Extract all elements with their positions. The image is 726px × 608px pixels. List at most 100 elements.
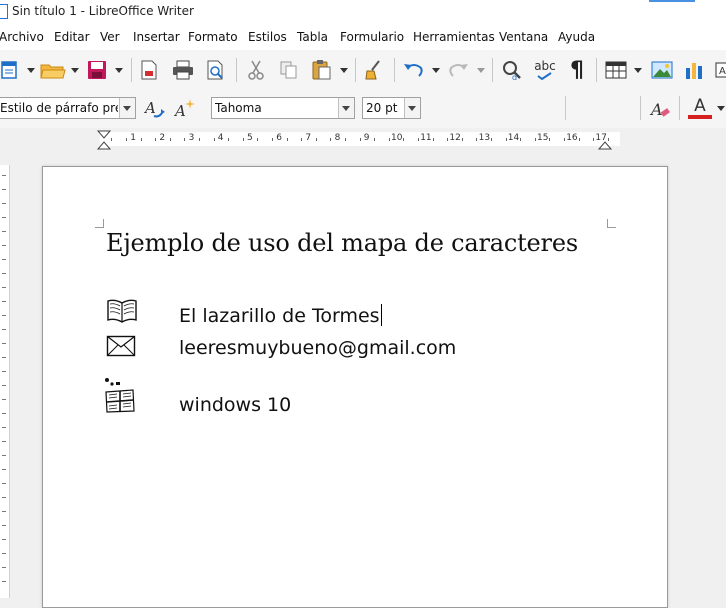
margin-corner — [95, 219, 104, 228]
font-name-combo[interactable]: Tahoma — [211, 97, 355, 119]
ruler-number: 12 — [449, 133, 461, 143]
ruler-tick — [593, 138, 595, 141]
insert-table-icon[interactable] — [604, 59, 628, 81]
ruler-tick — [2, 329, 6, 330]
cut-icon[interactable] — [245, 59, 267, 81]
font-color-dropdown-arrow[interactable] — [717, 106, 725, 111]
insert-textbox-icon[interactable]: A — [715, 59, 726, 81]
ruler-tick — [2, 455, 6, 456]
ruler-tick — [301, 138, 303, 141]
copy-icon[interactable] — [278, 59, 300, 81]
document-line[interactable]: leeresmuybueno@gmail.com — [179, 337, 456, 359]
ruler-number: 13 — [478, 133, 491, 143]
ruler-tick — [140, 138, 142, 141]
export-pdf-icon[interactable] — [138, 59, 160, 81]
chevron-down-icon[interactable] — [119, 98, 135, 118]
ruler-tick — [2, 525, 6, 526]
line-text: El lazarillo de Tormes — [179, 305, 380, 327]
ruler-tick — [2, 483, 6, 484]
ruler-tick — [2, 217, 6, 218]
ruler-number: 16 — [566, 133, 578, 143]
save-dropdown-arrow[interactable] — [115, 68, 123, 73]
ruler-tick — [2, 413, 6, 414]
ruler-tick — [2, 203, 6, 204]
indent-marker-icon[interactable] — [97, 130, 111, 150]
menu-ayuda[interactable]: Ayuda — [558, 30, 595, 44]
paragraph-style-combo[interactable]: Estilo de párrafo predet — [0, 97, 136, 119]
chevron-down-icon[interactable] — [338, 98, 354, 118]
ruler-tick — [169, 138, 171, 141]
ruler-tick — [374, 138, 376, 141]
undo-icon[interactable] — [402, 59, 426, 81]
menu-ventana[interactable]: Ventana — [499, 30, 548, 44]
insert-chart-icon[interactable] — [683, 59, 707, 81]
menu-formato[interactable]: Formato — [188, 30, 238, 44]
document-heading[interactable]: Ejemplo de uso del mapa de caracteres — [106, 229, 578, 257]
ruler-tick — [2, 497, 6, 498]
clear-formatting-icon[interactable]: A — [648, 97, 672, 121]
ruler-tick — [403, 138, 405, 141]
font-name-value: Tahoma — [215, 101, 262, 115]
paste-dropdown-arrow[interactable] — [340, 68, 348, 73]
windows-logo-icon — [105, 378, 135, 413]
redo-icon[interactable] — [446, 59, 470, 81]
print-icon[interactable] — [171, 59, 195, 81]
menu-herramientas[interactable]: Herramientas — [413, 30, 495, 44]
ruler-tick — [2, 469, 6, 470]
ruler-tick — [2, 581, 6, 582]
spellcheck-icon[interactable]: abc — [532, 57, 558, 83]
ruler-number: 17 — [595, 133, 607, 143]
open-dropdown-arrow[interactable] — [71, 68, 79, 73]
ruler-tick — [2, 357, 6, 358]
horizontal-ruler[interactable]: 1 2 3 4 5 6 7 8 9 10 11 12 13 14 15 16 17 — [0, 128, 726, 150]
ruler-number: 11 — [420, 133, 432, 143]
menu-tabla[interactable]: Tabla — [297, 30, 328, 44]
ruler-tick — [2, 175, 6, 176]
ruler-tick — [417, 138, 419, 141]
font-color-icon[interactable]: A — [688, 94, 712, 122]
open-folder-icon[interactable] — [40, 59, 66, 81]
standard-toolbar: d abc ¶ A — [0, 50, 726, 90]
paste-icon[interactable] — [310, 59, 334, 81]
ruler-tick — [490, 138, 492, 141]
update-style-icon[interactable]: A — [143, 97, 167, 121]
vertical-ruler[interactable] — [0, 165, 10, 598]
ruler-number: 2 — [159, 133, 166, 143]
new-dropdown-arrow[interactable] — [27, 68, 35, 73]
menu-bar: Archivo Editar Ver Insertar Formato Esti… — [0, 24, 726, 50]
ruler-tick — [271, 138, 273, 141]
toolbar-separator — [596, 58, 597, 82]
table-dropdown-arrow[interactable] — [634, 68, 642, 73]
menu-editar[interactable]: Editar — [54, 30, 90, 44]
writer-document-icon — [0, 4, 8, 19]
chevron-down-icon[interactable] — [404, 98, 420, 118]
document-line[interactable]: windows 10 — [179, 394, 291, 416]
menu-insertar[interactable]: Insertar — [133, 30, 180, 44]
ruler-tick — [344, 138, 346, 141]
insert-image-icon[interactable] — [650, 59, 674, 81]
document-line[interactable]: El lazarillo de Tormes — [179, 304, 382, 327]
ruler-tick — [549, 138, 551, 141]
ruler-tick — [228, 138, 230, 141]
menu-archivo[interactable]: Archivo — [0, 30, 44, 44]
find-replace-icon[interactable]: d — [500, 59, 524, 81]
menu-estilos[interactable]: Estilos — [248, 30, 287, 44]
undo-dropdown-arrow[interactable] — [432, 68, 440, 73]
redo-dropdown-arrow[interactable] — [477, 68, 485, 73]
ruler-tick — [388, 138, 390, 141]
ruler-tick — [286, 138, 288, 141]
print-preview-icon[interactable] — [205, 59, 227, 81]
formatting-marks-icon[interactable]: ¶ — [566, 57, 588, 83]
ruler-tick — [155, 138, 157, 141]
ruler-tick — [432, 138, 434, 141]
menu-ver[interactable]: Ver — [100, 30, 120, 44]
ruler-tick — [2, 189, 6, 190]
menu-formulario[interactable]: Formulario — [340, 30, 404, 44]
ruler-number: 4 — [217, 133, 224, 143]
ruler-tick — [563, 138, 565, 141]
clone-formatting-icon[interactable] — [363, 59, 385, 81]
save-icon[interactable] — [86, 59, 108, 81]
font-size-combo[interactable]: 20 pt — [362, 97, 421, 119]
new-document-icon[interactable] — [0, 59, 20, 81]
new-style-icon[interactable]: A — [173, 97, 197, 121]
